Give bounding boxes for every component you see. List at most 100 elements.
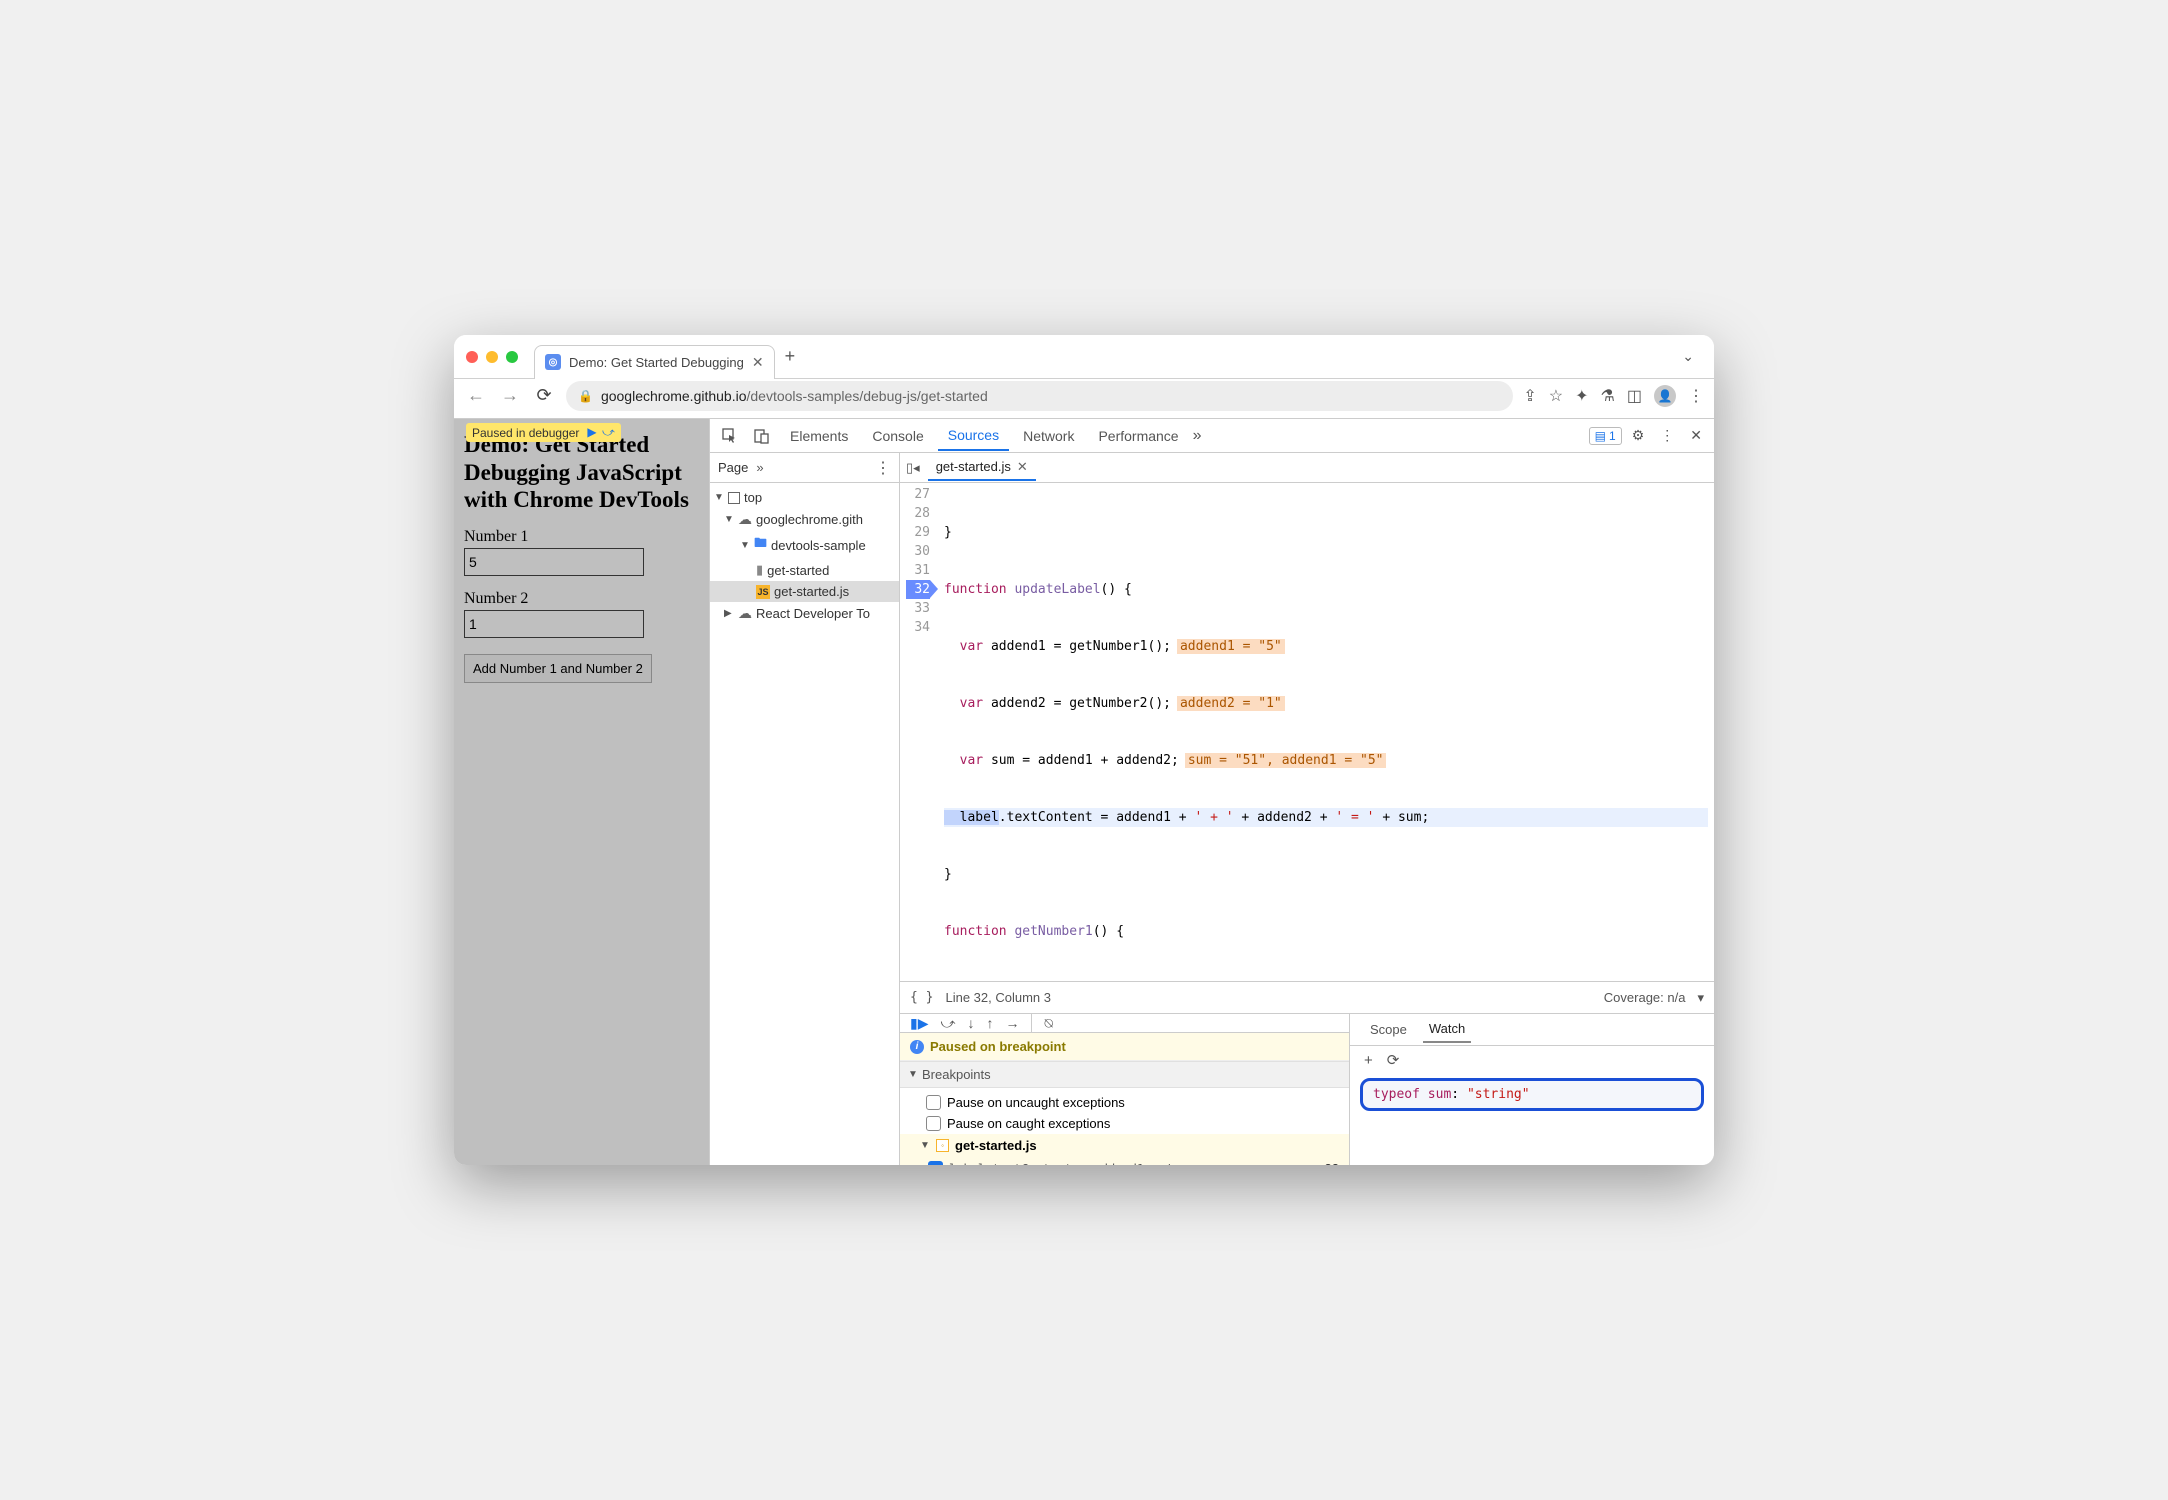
- info-icon: i: [910, 1040, 924, 1054]
- close-devtools-icon[interactable]: ✕: [1684, 423, 1708, 448]
- lock-icon: 🔒: [578, 389, 593, 403]
- toggle-navigator-icon[interactable]: ▯◂: [906, 460, 920, 476]
- tree-origin[interactable]: ▼☁ googlechrome.gith: [710, 508, 899, 531]
- inspect-icon[interactable]: [716, 424, 744, 448]
- coverage-status: Coverage: n/a: [1604, 990, 1686, 1005]
- pretty-print-icon[interactable]: { }: [910, 990, 933, 1005]
- watch-expression[interactable]: typeof sum: "string": [1360, 1078, 1704, 1111]
- tree-file-js[interactable]: JS get-started.js: [710, 581, 899, 602]
- tree-top[interactable]: ▼ top: [710, 487, 899, 508]
- issues-badge[interactable]: ▤ 1: [1589, 427, 1622, 445]
- editor-tabbar: ▯◂ get-started.js ✕: [900, 453, 1714, 483]
- close-editor-tab-icon[interactable]: ✕: [1017, 459, 1028, 475]
- code-editor[interactable]: 2728293031323334 } function updateLabel(…: [900, 483, 1714, 981]
- paused-overlay: Paused in debugger ▶ ⤻: [466, 423, 621, 442]
- forward-button[interactable]: →: [498, 384, 522, 408]
- step-over-icon[interactable]: ⤻: [940, 1015, 955, 1032]
- frame-icon: [728, 492, 740, 504]
- pause-caught-checkbox[interactable]: Pause on caught exceptions: [900, 1113, 1349, 1134]
- resume-icon[interactable]: ▮▶: [910, 1015, 928, 1032]
- tree-file-html[interactable]: ▮ get-started: [710, 559, 899, 581]
- window-controls: [466, 351, 518, 363]
- editor-statusbar: { } Line 32, Column 3 Coverage: n/a ▾: [900, 981, 1714, 1013]
- browser-titlebar: ◎ Demo: Get Started Debugging ✕ + ⌄: [454, 335, 1714, 379]
- page-content: Paused in debugger ▶ ⤻ Demo: Get Started…: [454, 419, 709, 1165]
- tab-console[interactable]: Console: [862, 422, 933, 450]
- close-tab-icon[interactable]: ✕: [752, 354, 764, 371]
- breakpoint-file[interactable]: ▼◦get-started.js: [900, 1134, 1349, 1157]
- number1-label: Number 1: [464, 528, 699, 546]
- tab-performance[interactable]: Performance: [1088, 422, 1188, 450]
- paused-message: i Paused on breakpoint: [900, 1033, 1349, 1061]
- inline-value: addend2 = "1": [1177, 696, 1285, 711]
- tab-elements[interactable]: Elements: [780, 422, 858, 450]
- reload-button[interactable]: ⟳: [532, 384, 556, 408]
- paused-label: Paused in debugger: [472, 426, 579, 440]
- back-button[interactable]: ←: [464, 384, 488, 408]
- step-out-icon[interactable]: ↑: [986, 1015, 993, 1031]
- profile-icon[interactable]: 👤: [1654, 385, 1676, 407]
- debugger-pane: ▮▶ ⤻ ↓ ↑ → ⍉ i Paused on breakpoint: [900, 1014, 1350, 1165]
- refresh-watch-icon[interactable]: ⟳: [1387, 1051, 1400, 1069]
- inline-value: addend1 = "5": [1177, 639, 1285, 654]
- labs-icon[interactable]: ⚗: [1601, 386, 1615, 406]
- overlay-resume-icon[interactable]: ▶: [587, 425, 596, 439]
- pause-uncaught-checkbox[interactable]: Pause on uncaught exceptions: [900, 1092, 1349, 1113]
- deactivate-breakpoints-icon[interactable]: ⍉: [1044, 1015, 1052, 1032]
- overlay-step-icon[interactable]: ⤻: [602, 425, 615, 439]
- maximize-window[interactable]: [506, 351, 518, 363]
- watch-tab[interactable]: Watch: [1423, 1016, 1471, 1043]
- editor-tab[interactable]: get-started.js ✕: [928, 455, 1036, 481]
- navigator-menu-icon[interactable]: ⋮: [875, 458, 891, 478]
- cloud-icon: ☁: [738, 511, 752, 528]
- number1-input[interactable]: [464, 548, 644, 576]
- devtools-tabbar: Elements Console Sources Network Perform…: [710, 419, 1714, 453]
- page-heading: Demo: Get Started Debugging JavaScript w…: [464, 431, 699, 514]
- checkbox-checked-icon[interactable]: ✓: [928, 1161, 943, 1165]
- scope-tab[interactable]: Scope: [1364, 1017, 1413, 1042]
- share-icon[interactable]: ⇪: [1523, 386, 1536, 406]
- settings-icon[interactable]: ⚙: [1626, 423, 1651, 448]
- address-bar[interactable]: 🔒 googlechrome.github.io/devtools-sample…: [566, 381, 1513, 411]
- browser-tab[interactable]: ◎ Demo: Get Started Debugging ✕: [534, 345, 775, 379]
- sources-navigator: Page » ⋮ ▼ top ▼☁ googlechrome.gith ▼🖿 d…: [710, 453, 900, 1165]
- gutter[interactable]: 2728293031323334: [900, 483, 938, 981]
- navigator-page-tab[interactable]: Page: [718, 460, 748, 475]
- tree-folder[interactable]: ▼🖿 devtools-sample: [710, 531, 899, 559]
- devtools: Elements Console Sources Network Perform…: [709, 419, 1714, 1165]
- url-path: /devtools-samples/debug-js/get-started: [747, 388, 988, 404]
- breakpoint-entry[interactable]: ✓label.textContent = addend1 + ' …32: [900, 1157, 1349, 1165]
- close-window[interactable]: [466, 351, 478, 363]
- step-icon[interactable]: →: [1005, 1015, 1019, 1031]
- add-watch-icon[interactable]: +: [1364, 1052, 1373, 1069]
- js-file-icon: JS: [756, 585, 770, 599]
- sidepanel-icon[interactable]: ◫: [1627, 386, 1642, 406]
- url-host: googlechrome.github.io: [601, 388, 747, 404]
- device-icon[interactable]: [748, 424, 776, 448]
- extensions-icon[interactable]: ✦: [1575, 386, 1588, 406]
- inline-value: sum = "51", addend1 = "5": [1185, 753, 1387, 768]
- breakpoints-section[interactable]: ▼Breakpoints: [900, 1061, 1349, 1088]
- tab-title: Demo: Get Started Debugging: [569, 355, 744, 370]
- tabs-more-icon[interactable]: »: [1193, 427, 1202, 445]
- watch-pane: Scope Watch + ⟳ typeof sum: "string": [1350, 1014, 1714, 1165]
- devtools-menu-icon[interactable]: ⋮: [1654, 423, 1680, 448]
- js-file-icon: ◦: [936, 1139, 949, 1152]
- browser-toolbar: ← → ⟳ 🔒 googlechrome.github.io/devtools-…: [454, 379, 1714, 419]
- minimize-window[interactable]: [486, 351, 498, 363]
- coverage-menu-icon[interactable]: ▾: [1697, 990, 1704, 1006]
- tree-extension[interactable]: ▶☁ React Developer To: [710, 602, 899, 625]
- step-into-icon[interactable]: ↓: [967, 1015, 974, 1031]
- star-icon[interactable]: ☆: [1549, 386, 1563, 406]
- browser-menu-icon[interactable]: ⋮: [1688, 386, 1704, 406]
- favicon-icon: ◎: [545, 354, 561, 370]
- tab-network[interactable]: Network: [1013, 422, 1084, 450]
- new-tab-button[interactable]: +: [785, 346, 796, 367]
- cloud-icon: ☁: [738, 605, 752, 622]
- tabs-overflow-icon[interactable]: ⌄: [1674, 344, 1702, 369]
- add-button[interactable]: Add Number 1 and Number 2: [464, 654, 652, 683]
- cursor-position: Line 32, Column 3: [945, 990, 1051, 1005]
- navigator-more-icon[interactable]: »: [756, 460, 763, 475]
- number2-input[interactable]: [464, 610, 644, 638]
- tab-sources[interactable]: Sources: [938, 421, 1009, 451]
